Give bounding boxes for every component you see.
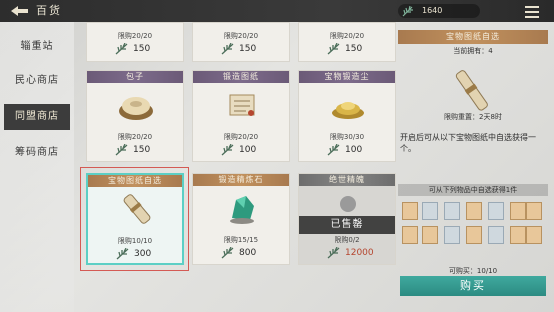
shop-item-refine-stone[interactable]: 锻造精炼石 限购15/15 800 [192, 173, 290, 265]
price-value: 150 [133, 145, 151, 155]
choice-item[interactable] [402, 202, 418, 220]
bamboo-leaf-icon [327, 247, 340, 259]
item-name: 锻造精炼石 [193, 174, 289, 186]
price-value: 100 [345, 145, 363, 155]
bun-icon [119, 97, 153, 120]
item-price: 150 [221, 42, 256, 56]
choice-item[interactable] [444, 202, 460, 220]
purchase-limit: 限购20/20 [223, 32, 259, 40]
choice-item[interactable] [444, 226, 460, 244]
choice-item[interactable] [422, 202, 438, 220]
shop-item-card[interactable]: 限购20/20 150 [86, 22, 184, 62]
page-title: 百货 [36, 4, 62, 17]
bamboo-leaf-icon [221, 247, 234, 259]
choice-item[interactable] [422, 226, 438, 244]
owned-count: 当前拥有：4 [453, 47, 493, 55]
choice-item[interactable] [466, 226, 482, 244]
choice-subheader: 可从下列物品中自选获得1件 [398, 184, 548, 196]
choice-item[interactable] [510, 202, 526, 220]
item-name: 锻造图纸 [193, 71, 289, 83]
top-bar: 百货 1640 [0, 0, 554, 22]
back-arrow-icon[interactable] [8, 3, 30, 19]
item-price: 150 [115, 143, 150, 157]
purchase-limit: 限购15/15 [223, 236, 259, 244]
price-value: 100 [239, 145, 257, 155]
sold-out-label: 已售罄 [299, 216, 395, 234]
sidebar-item-zizhong[interactable]: 辎重站 [4, 34, 70, 60]
purchase-limit: 限购0/2 [334, 236, 360, 244]
bamboo-leaf-icon [115, 144, 128, 156]
sidebar-item-alliance[interactable]: 同盟商店 [4, 104, 70, 130]
sidebar-item-minxin[interactable]: 民心商店 [4, 68, 70, 94]
bamboo-leaf-icon [115, 43, 128, 55]
sidebar-item-chips[interactable]: 筹码商店 [4, 140, 70, 166]
choice-item[interactable] [526, 202, 542, 220]
choice-item[interactable] [526, 226, 542, 244]
purchase-limit: 限购20/20 [329, 32, 365, 40]
limit-reset: 限购重置：2天8时 [444, 113, 502, 121]
choice-item[interactable] [488, 226, 504, 244]
item-name: 宝物锻造尘 [299, 71, 395, 83]
shop-item-peerless-spirit[interactable]: 绝世精魄 已售罄 限购0/2 12000 [298, 173, 396, 265]
item-detail-panel: 宝物图纸自选 当前拥有：4 限购重置：2天8时 开启后可从以下宝物图纸中自选获得… [398, 26, 548, 310]
purchase-limit: 限购20/20 [117, 133, 153, 141]
item-price: 100 [327, 143, 362, 157]
price-value: 12000 [345, 248, 374, 258]
currency-display: 1640 [398, 4, 480, 18]
choice-item[interactable] [402, 226, 418, 244]
menu-icon[interactable] [524, 3, 540, 19]
price-value: 800 [239, 248, 257, 258]
shop-sidebar: 辎重站 民心商店 同盟商店 筹码商店 [0, 22, 74, 312]
shop-item-card[interactable]: 限购20/20 150 [298, 22, 396, 62]
detail-title: 宝物图纸自选 [398, 30, 548, 44]
price-value: 150 [345, 44, 363, 54]
purchase-limit: 限购20/20 [117, 32, 153, 40]
currency-value: 1640 [422, 6, 443, 15]
choice-item[interactable] [488, 202, 504, 220]
scroll-icon [229, 94, 255, 116]
item-description: 开启后可从以下宝物图纸中自选获得一个。 [400, 133, 536, 153]
item-price: 150 [115, 42, 150, 56]
shop-item-treasure-dust[interactable]: 宝物锻造尘 限购30/30 100 [298, 70, 396, 162]
item-price: 100 [221, 143, 256, 157]
jade-stone-icon [230, 196, 254, 224]
bamboo-leaf-icon [327, 43, 340, 55]
shop-item-forge-blueprint[interactable]: 锻造图纸 限购20/20 100 [192, 70, 290, 162]
gold-dust-icon [332, 102, 364, 119]
shop-item-card[interactable]: 限购20/20 150 [192, 22, 290, 62]
shop-item-bun[interactable]: 包子 限购20/20 150 [86, 70, 184, 162]
choice-items-grid [400, 198, 546, 260]
bamboo-leaf-icon [327, 144, 340, 156]
item-name: 包子 [87, 71, 183, 83]
purchase-limit: 限购30/30 [329, 133, 365, 141]
bamboo-leaf-icon [402, 5, 413, 17]
price-value: 150 [239, 44, 257, 54]
highlight-frame [80, 167, 189, 271]
item-price: 800 [221, 246, 256, 260]
price-value: 150 [133, 44, 151, 54]
item-name: 绝世精魄 [299, 174, 395, 186]
buy-button[interactable]: 购买 [400, 276, 546, 296]
item-price: 150 [327, 42, 362, 56]
choice-item[interactable] [510, 226, 526, 244]
choice-item[interactable] [466, 202, 482, 220]
can-buy-count: 可购买：10/10 [448, 267, 498, 275]
bamboo-leaf-icon [221, 144, 234, 156]
item-price: 12000 [327, 246, 374, 260]
bamboo-leaf-icon [221, 43, 234, 55]
purchase-limit: 限购20/20 [223, 133, 259, 141]
